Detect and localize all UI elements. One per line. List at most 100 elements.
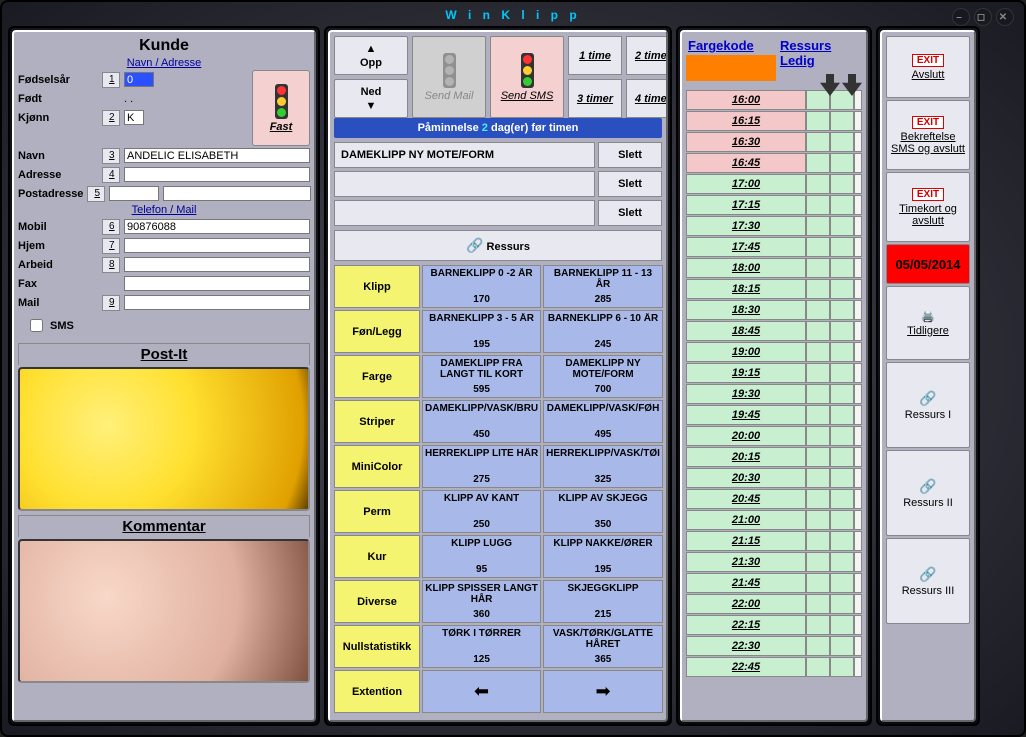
service-row-2[interactable]	[334, 200, 595, 226]
ledig-cell[interactable]	[806, 657, 830, 677]
ledig-cell[interactable]	[806, 552, 830, 572]
timekort-button[interactable]: EXITTimekort og avslutt	[886, 172, 970, 242]
input-poststed[interactable]	[163, 186, 311, 201]
ledig-cell[interactable]	[830, 615, 854, 635]
prev-arrow[interactable]: ⬅	[422, 670, 541, 713]
input-fodselsar[interactable]	[124, 72, 154, 87]
ledig-cell[interactable]	[806, 111, 830, 131]
ledig-cell[interactable]	[854, 300, 862, 320]
ledig-cell[interactable]	[830, 132, 854, 152]
ledig-cell[interactable]	[854, 531, 862, 551]
time-slot[interactable]: 21:45	[686, 573, 806, 593]
ledig-cell[interactable]	[830, 342, 854, 362]
service-cell[interactable]: DAMEKLIPP FRA LANGT TIL KORT595	[422, 355, 541, 398]
ledig-cell[interactable]	[854, 258, 862, 278]
service-cell[interactable]: DAMEKLIPP/VASK/FØH495	[543, 400, 663, 443]
index-8[interactable]: 8	[102, 257, 120, 273]
ressurs-1-button[interactable]: 🔗Ressurs I	[886, 362, 970, 448]
ledig-cell[interactable]	[830, 405, 854, 425]
time-slot[interactable]: 19:45	[686, 405, 806, 425]
index-3[interactable]: 3	[102, 148, 120, 164]
ledig-cell[interactable]	[806, 489, 830, 509]
ledig-cell[interactable]	[830, 657, 854, 677]
category-4[interactable]: MiniColor	[334, 445, 420, 488]
bekreft-sms-button[interactable]: EXITBekreftelse SMS og avslutt	[886, 100, 970, 170]
ledig-cell[interactable]	[854, 321, 862, 341]
category-7[interactable]: Diverse	[334, 580, 420, 623]
ledig-cell[interactable]	[830, 300, 854, 320]
ledig-cell[interactable]	[830, 384, 854, 404]
ledig-cell[interactable]	[854, 237, 862, 257]
slett-0[interactable]: Slett	[598, 142, 662, 168]
input-hjem[interactable]	[124, 238, 310, 253]
ledig-cell[interactable]	[854, 279, 862, 299]
timer-3[interactable]: 3 timer	[568, 79, 622, 118]
time-slot[interactable]: 19:00	[686, 342, 806, 362]
category-extention[interactable]: Extention	[334, 670, 420, 713]
tidligere-button[interactable]: 🖨️Tidligere	[886, 286, 970, 360]
ledig-cell[interactable]	[854, 384, 862, 404]
time-slot[interactable]: 20:30	[686, 468, 806, 488]
ledig-cell[interactable]	[806, 405, 830, 425]
time-slot[interactable]: 18:45	[686, 321, 806, 341]
input-mail[interactable]	[124, 295, 310, 310]
time-slot[interactable]: 19:30	[686, 384, 806, 404]
ledig-cell[interactable]	[830, 552, 854, 572]
index-2[interactable]: 2	[102, 110, 120, 126]
service-cell[interactable]: KLIPP LUGG95	[422, 535, 541, 578]
index-9[interactable]: 9	[102, 295, 120, 311]
time-slot[interactable]: 17:30	[686, 216, 806, 236]
ledig-cell[interactable]	[854, 594, 862, 614]
avslutt-button[interactable]: EXITAvslutt	[886, 36, 970, 98]
time-slot[interactable]: 22:30	[686, 636, 806, 656]
ledig-cell[interactable]	[806, 258, 830, 278]
ledig-cell[interactable]	[830, 573, 854, 593]
ledig-cell[interactable]	[830, 447, 854, 467]
category-5[interactable]: Perm	[334, 490, 420, 533]
ledig-cell[interactable]	[854, 489, 862, 509]
time-slot[interactable]: 18:15	[686, 279, 806, 299]
service-cell[interactable]: VASK/TØRK/GLATTE HÅRET365	[543, 625, 663, 668]
ledig-cell[interactable]	[854, 111, 862, 131]
ledig-cell[interactable]	[830, 174, 854, 194]
ledig-cell[interactable]	[830, 321, 854, 341]
time-slot[interactable]: 21:15	[686, 531, 806, 551]
time-slot[interactable]: 21:00	[686, 510, 806, 530]
ledig-cell[interactable]	[854, 153, 862, 173]
index-5[interactable]: 5	[87, 186, 105, 202]
ledig-cell[interactable]	[830, 468, 854, 488]
index-6[interactable]: 6	[102, 219, 120, 235]
ledig-cell[interactable]	[830, 111, 854, 131]
ledig-cell[interactable]	[806, 90, 830, 110]
service-cell[interactable]: DAMEKLIPP NY MOTE/FORM700	[543, 355, 663, 398]
ledig-cell[interactable]	[806, 279, 830, 299]
slett-2[interactable]: Slett	[598, 200, 662, 226]
fargekode-swatch[interactable]	[686, 55, 776, 81]
sms-checkbox[interactable]	[30, 319, 43, 332]
minimize-button[interactable]: –	[952, 8, 970, 26]
time-slot[interactable]: 16:45	[686, 153, 806, 173]
service-cell[interactable]: SKJEGGKLIPP215	[543, 580, 663, 623]
time-slot[interactable]: 20:15	[686, 447, 806, 467]
ledig-cell[interactable]	[806, 300, 830, 320]
ledig-cell[interactable]	[830, 258, 854, 278]
time-slot[interactable]: 18:00	[686, 258, 806, 278]
ledig-cell[interactable]	[806, 594, 830, 614]
input-postnr[interactable]	[109, 186, 159, 201]
ledig-cell[interactable]	[854, 615, 862, 635]
fast-button[interactable]: Fast	[252, 70, 310, 146]
slett-1[interactable]: Slett	[598, 171, 662, 197]
ledig-cell[interactable]	[854, 216, 862, 236]
ledig-cell[interactable]	[854, 636, 862, 656]
time-slot[interactable]: 22:15	[686, 615, 806, 635]
ledig-cell[interactable]	[806, 153, 830, 173]
ledig-cell[interactable]	[830, 363, 854, 383]
opp-button[interactable]: ▲Opp	[334, 36, 408, 75]
time-slot[interactable]: 21:30	[686, 552, 806, 572]
ledig-cell[interactable]	[830, 510, 854, 530]
ned-button[interactable]: Ned▼	[334, 79, 408, 118]
category-0[interactable]: Klipp	[334, 265, 420, 308]
input-arbeid[interactable]	[124, 257, 310, 272]
service-cell[interactable]: DAMEKLIPP/VASK/BRU450	[422, 400, 541, 443]
timer-2[interactable]: 2 timer	[626, 36, 668, 75]
